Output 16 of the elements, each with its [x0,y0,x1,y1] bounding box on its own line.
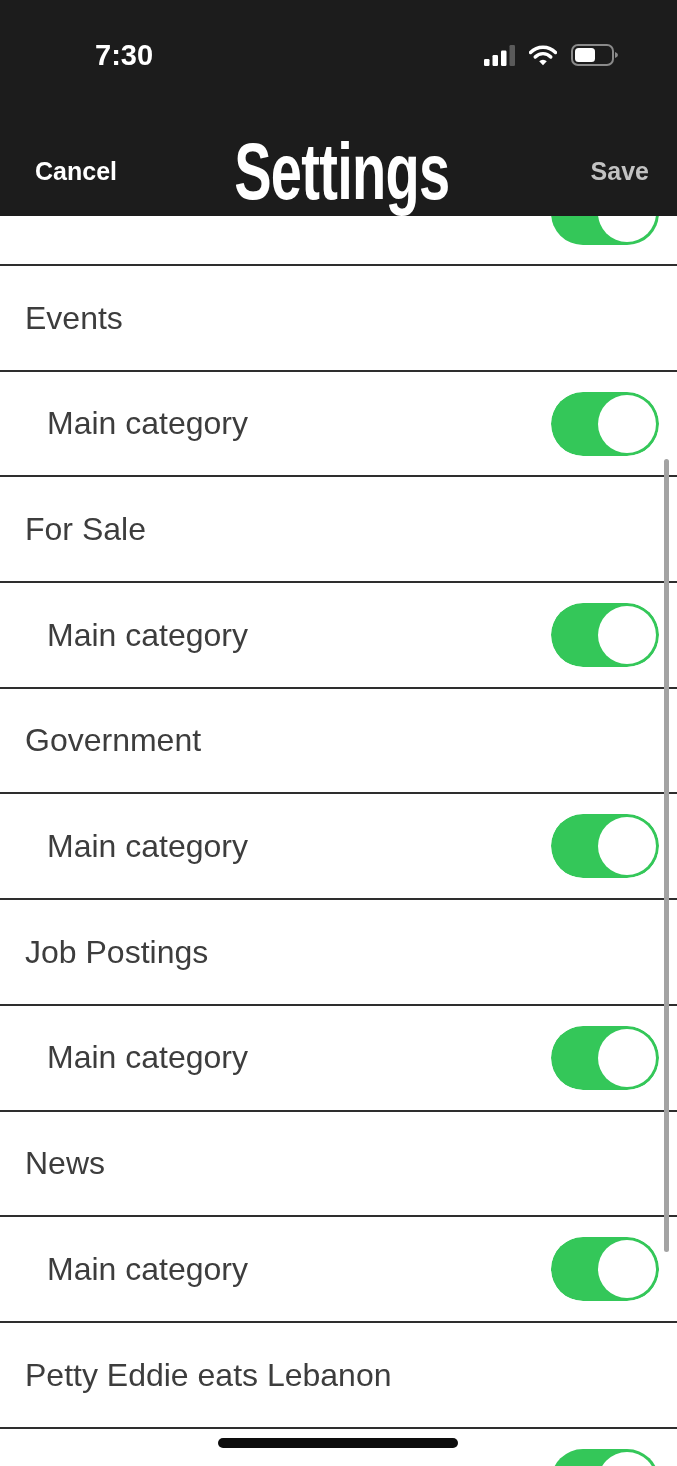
category-label: Events [25,298,123,338]
setting-label: Main category [47,1038,248,1077]
status-time: 7:30 [95,40,154,70]
setting-label: Main category [47,1249,248,1289]
wifi-icon [529,44,557,66]
setting-label: Main category [47,615,248,655]
signal-icon [484,44,515,66]
battery-icon [571,44,618,66]
category-label: Job Postings [25,932,209,972]
cancel-button[interactable]: Cancel [35,158,117,186]
setting-label: Main category [47,827,248,866]
setting-label: Main category [47,404,248,443]
category-label: News [25,1144,105,1183]
category-label: Government [25,721,202,760]
category-label: For Sale [25,510,146,549]
category-label: Petty Eddie eats Lebanon [25,1355,392,1394]
